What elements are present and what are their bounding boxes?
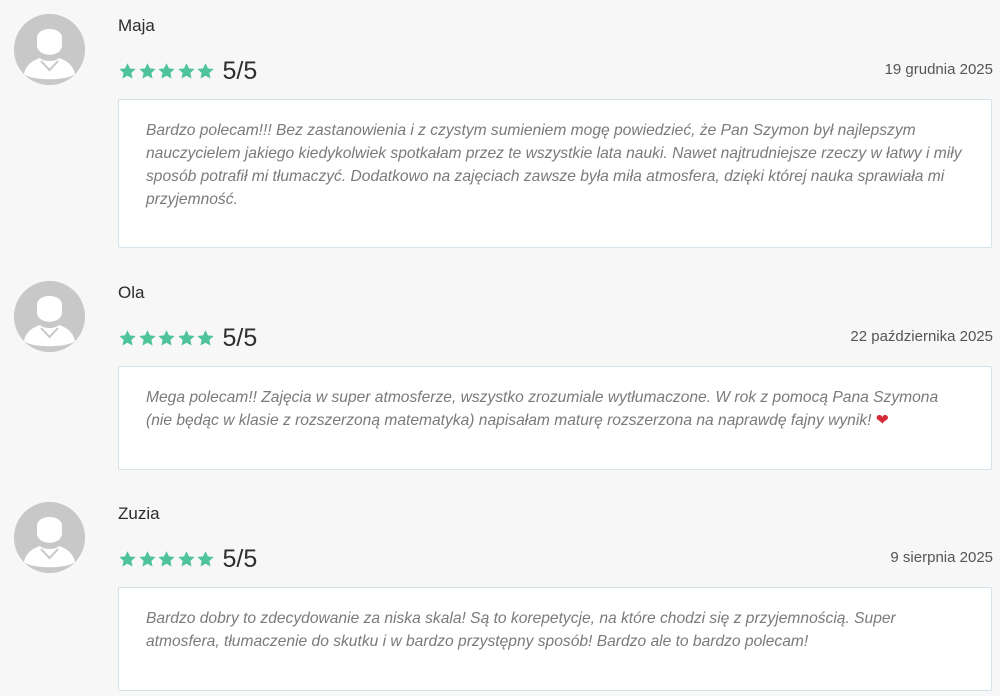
review-text: Mega polecam!! Zajęcia w super atmosferz… <box>146 386 964 432</box>
star-icon <box>177 62 195 79</box>
review-card: Mega polecam!! Zajęcia w super atmosferz… <box>118 366 992 470</box>
star-icon <box>197 329 214 346</box>
star-icon <box>177 329 195 346</box>
review-text-body: Mega polecam!! Zajęcia w super atmosferz… <box>146 389 939 429</box>
star-icon <box>138 62 156 79</box>
heart-icon: ❤ <box>875 412 889 429</box>
star-icon <box>177 550 195 567</box>
review-text: Bardzo dobry to zdecydowanie za niska sk… <box>146 607 964 653</box>
review-card: Bardzo dobry to zdecydowanie za niska sk… <box>118 587 992 691</box>
review-text: Bardzo polecam!!! Bez zastanowienia i z … <box>146 119 964 211</box>
user-avatar-icon <box>14 281 85 352</box>
rating: 5/5 <box>118 544 257 574</box>
star-icon <box>197 62 214 79</box>
review-card: Bardzo polecam!!! Bez zastanowienia i z … <box>118 99 992 248</box>
rating-score: 5/5 <box>222 57 258 85</box>
reviews-list: Maja 5/5 19 grudnia 2025 Bardzo polecam!… <box>0 0 1000 696</box>
star-icon <box>119 329 136 346</box>
review-author: Ola <box>118 283 145 302</box>
star-icon <box>119 62 136 79</box>
rating-score: 5/5 <box>222 324 258 352</box>
user-avatar-icon <box>14 502 85 573</box>
review-text-body: Bardzo polecam!!! Bez zastanowienia i z … <box>146 122 962 208</box>
rating: 5/5 <box>118 323 257 353</box>
review-author: Zuzia <box>118 504 160 523</box>
star-icon <box>197 550 214 567</box>
star-icon <box>138 329 156 346</box>
star-icon <box>158 329 175 346</box>
rating-score: 5/5 <box>222 545 258 573</box>
review-text-body: Bardzo dobry to zdecydowanie za niska sk… <box>146 610 896 650</box>
star-rating <box>118 56 216 86</box>
star-icon <box>138 550 156 567</box>
star-rating <box>118 323 216 353</box>
star-icon <box>119 550 136 567</box>
star-icon <box>158 62 175 79</box>
review-date: 9 sierpnia 2025 <box>890 549 993 566</box>
star-icon <box>158 550 175 567</box>
review-date: 19 grudnia 2025 <box>884 61 993 78</box>
star-rating <box>118 544 216 574</box>
review-author: Maja <box>118 16 155 35</box>
review-date: 22 października 2025 <box>850 328 993 345</box>
user-avatar-icon <box>14 14 85 85</box>
rating: 5/5 <box>118 56 257 86</box>
